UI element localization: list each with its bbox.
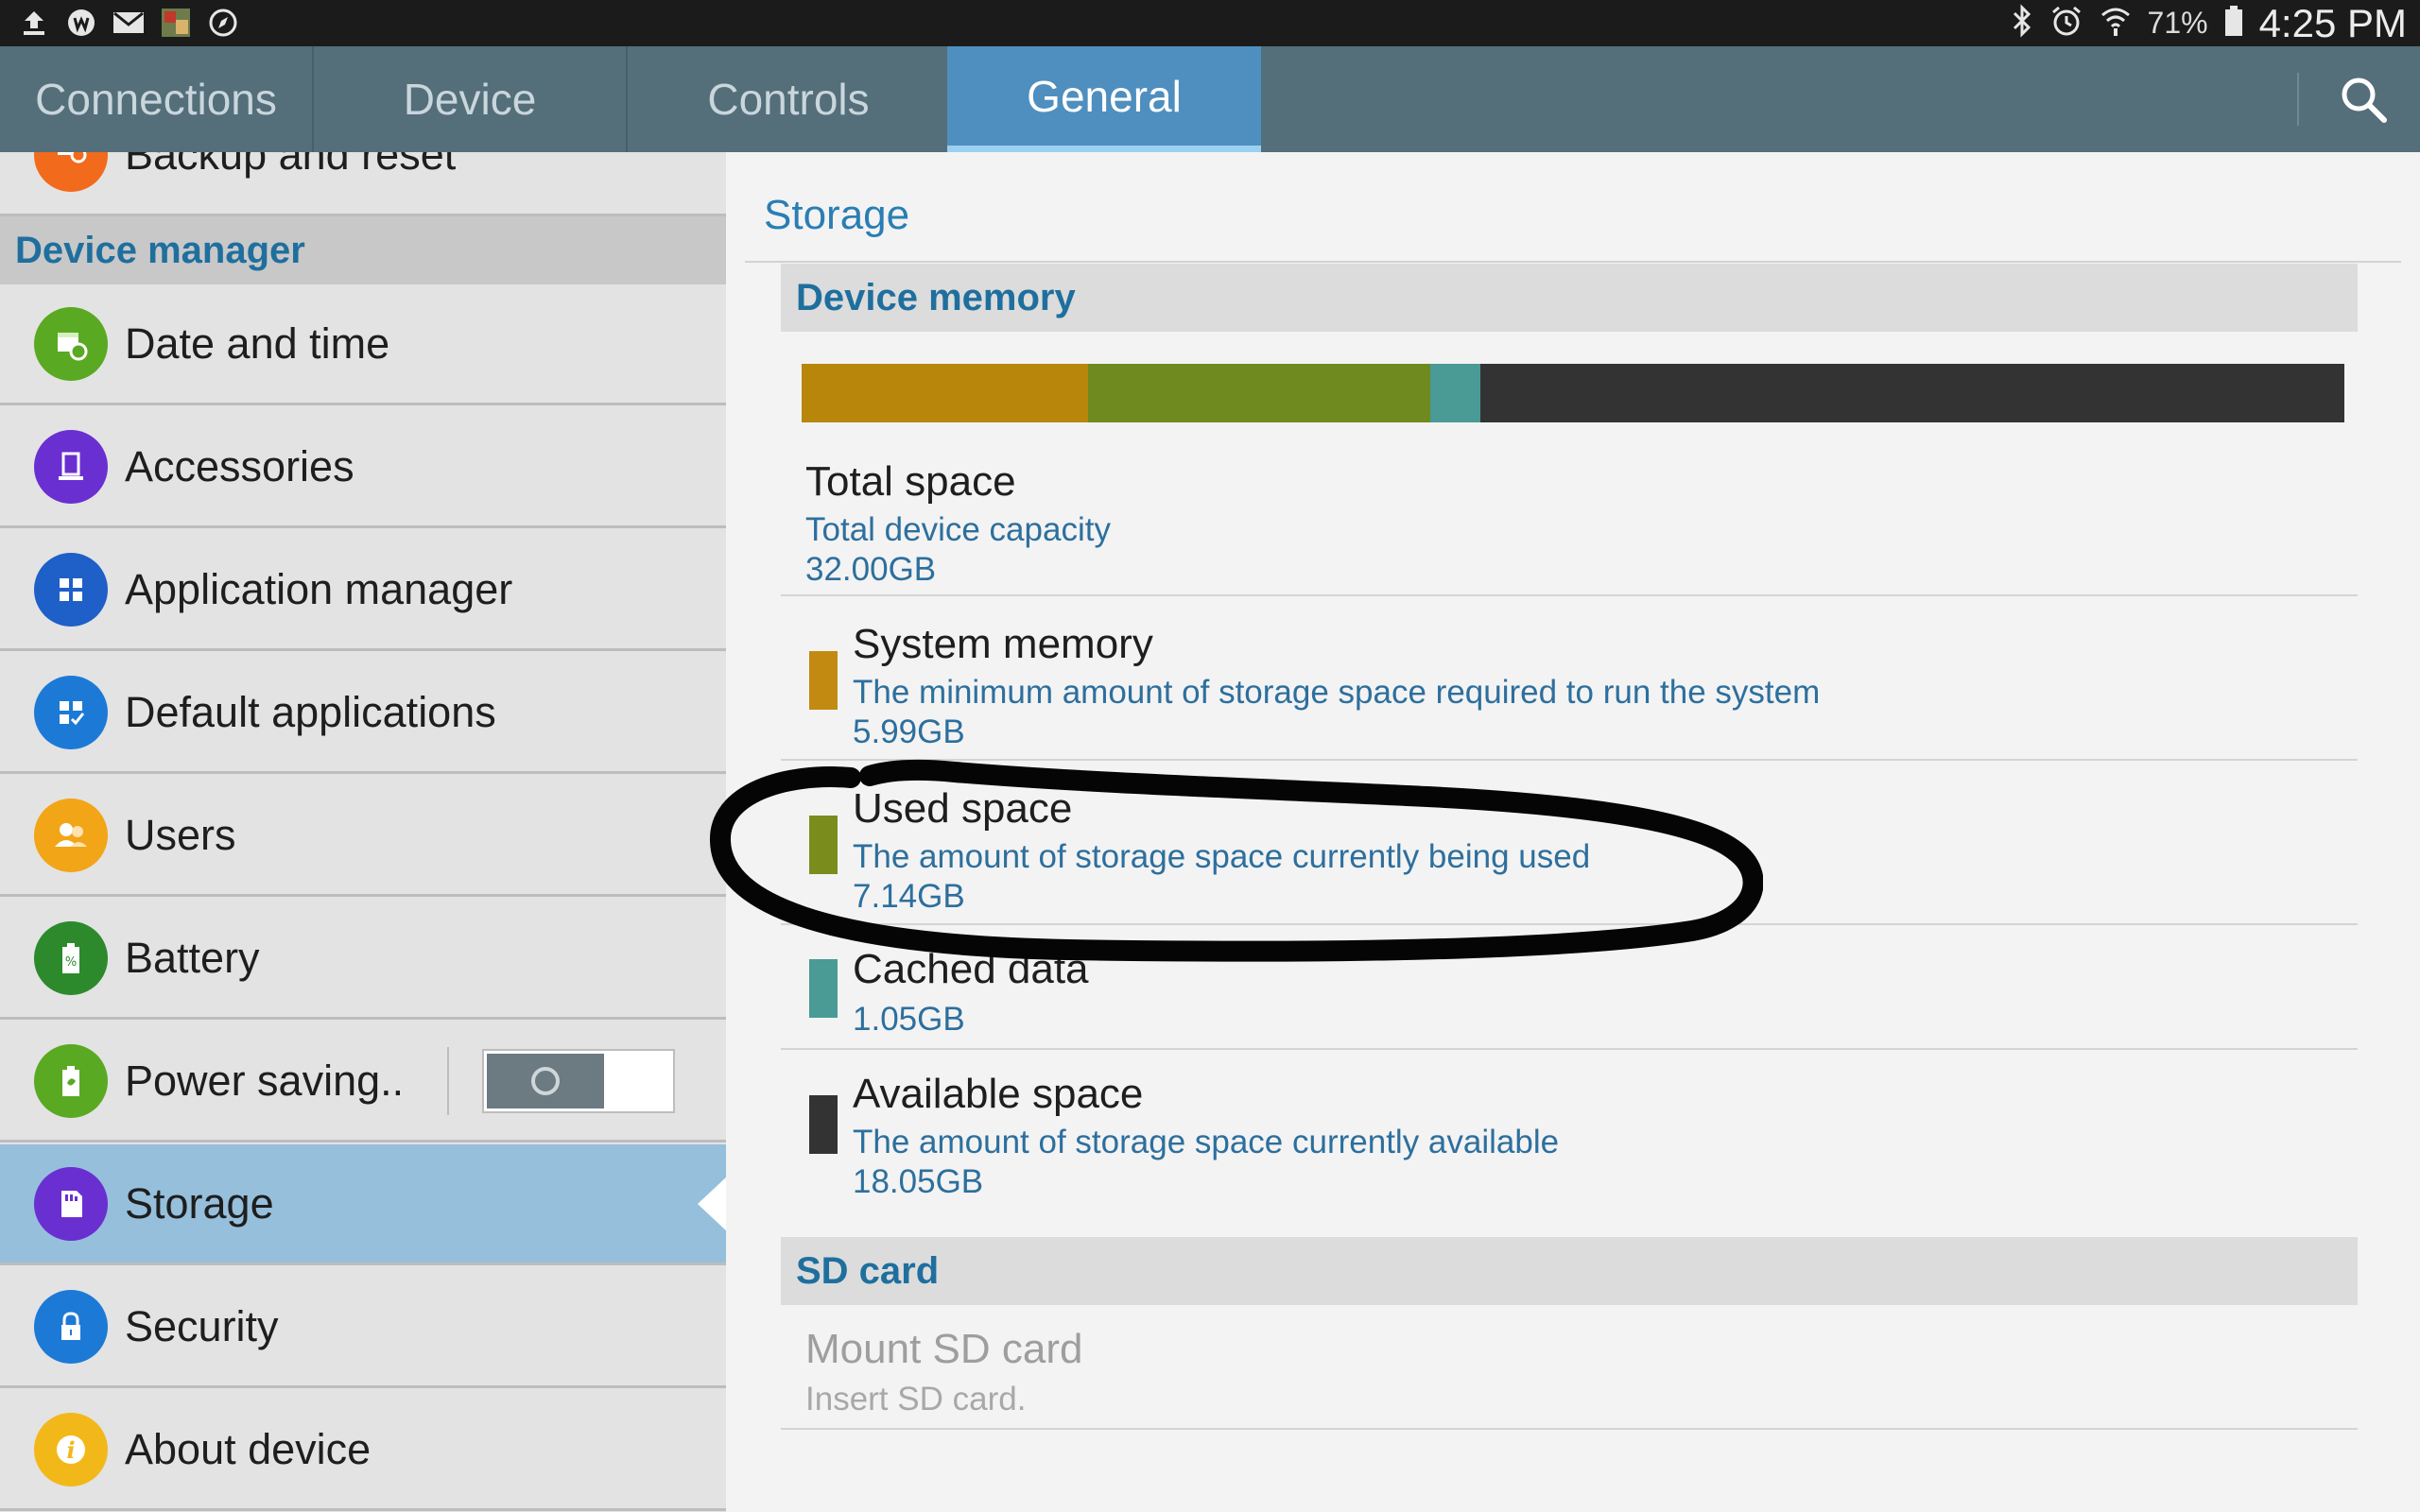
- sd-storage-icon: [34, 1166, 108, 1241]
- sidebar-item-users[interactable]: Users: [0, 776, 726, 897]
- sidebar-item-date-time[interactable]: Date and time: [0, 284, 726, 405]
- sidebar-item-label: Default applications: [125, 687, 496, 736]
- sidebar-item-default-applications[interactable]: Default applications: [0, 653, 726, 774]
- mount-sd-card-row[interactable]: Mount SD card Insert SD card.: [781, 1305, 2358, 1430]
- row-subtitle: Total device capacity: [805, 511, 1111, 548]
- sidebar-item-label: Accessories: [125, 441, 354, 490]
- section-header-device-manager: Device manager: [0, 216, 726, 284]
- status-clock: 4:25 PM: [2258, 0, 2407, 45]
- selected-indicator: [698, 1175, 726, 1232]
- sidebar-item-accessories[interactable]: Accessories: [0, 407, 726, 528]
- available-space-swatch: [809, 1095, 838, 1154]
- tab-connections[interactable]: Connections: [0, 46, 314, 152]
- row-value: 32.00GB: [805, 551, 937, 588]
- status-bar: 71% 4:25 PM: [0, 0, 2420, 46]
- row-value: 18.05GB: [853, 1163, 984, 1200]
- sidebar-item-label: Battery: [125, 933, 260, 982]
- battery-icon: [2223, 4, 2244, 43]
- toggle-divider: [447, 1046, 449, 1115]
- calendar-clock-icon: [34, 306, 108, 381]
- sidebar-item-label: Storage: [125, 1178, 274, 1228]
- cached-data-swatch: [809, 959, 838, 1018]
- section-header-sd-card: SD card: [781, 1237, 2358, 1305]
- storage-bar-segment-cached-data: [1429, 364, 1480, 422]
- sidebar-item-about-device[interactable]: i About device: [0, 1390, 726, 1511]
- settings-sidebar: Backup and reset Device manager Date and…: [0, 152, 726, 1512]
- tab-device[interactable]: Device: [314, 46, 628, 152]
- sidebar-item-label: About device: [125, 1424, 372, 1473]
- tab-general[interactable]: General: [947, 46, 1261, 152]
- power-saving-toggle[interactable]: [482, 1048, 675, 1113]
- sidebar-item-label: Backup and reset: [125, 152, 457, 179]
- row-subtitle: The minimum amount of storage space requ…: [853, 674, 1821, 711]
- search-button[interactable]: [2335, 71, 2392, 128]
- settings-tab-bar: Connections Device Controls General: [0, 46, 2420, 152]
- bluetooth-icon: [2010, 4, 2034, 43]
- row-title: Total space: [805, 458, 1016, 505]
- accessory-icon: [34, 429, 108, 504]
- search-icon: [2335, 77, 2392, 131]
- svg-text:i: i: [66, 1436, 75, 1464]
- users-icon: [34, 798, 108, 872]
- gmail-icon: [112, 6, 146, 40]
- wifi-icon: [2099, 4, 2133, 43]
- compass-icon: [206, 6, 240, 40]
- sidebar-item-label: Security: [125, 1301, 279, 1350]
- sidebar-item-storage[interactable]: Storage: [0, 1144, 726, 1265]
- power-saving-icon: [34, 1043, 108, 1118]
- storage-usage-bar: [802, 364, 2344, 422]
- grid-icon: [34, 552, 108, 627]
- sidebar-item-label: Power saving..: [125, 1056, 405, 1105]
- sidebar-item-power-saving[interactable]: Power saving..: [0, 1022, 726, 1143]
- row-title: Available space: [853, 1071, 1144, 1117]
- sidebar-item-security[interactable]: Security: [0, 1267, 726, 1388]
- storage-bar-segment-system-memory: [802, 364, 1089, 422]
- svg-text:%: %: [65, 955, 77, 970]
- row-title: System memory: [853, 621, 1153, 667]
- alarm-icon: [2049, 4, 2083, 43]
- sidebar-item-label: Date and time: [125, 318, 390, 368]
- battery-icon: %: [34, 920, 108, 995]
- photo-icon: [159, 6, 193, 40]
- storage-row-system-memory: System memory The minimum amount of stor…: [781, 596, 2358, 761]
- sidebar-item-battery[interactable]: % Battery: [0, 899, 726, 1020]
- upload-icon: [17, 6, 51, 40]
- lock-icon: [34, 1289, 108, 1364]
- sidebar-item-application-manager[interactable]: Application manager: [0, 530, 726, 651]
- row-subtitle: The amount of storage space currently av…: [853, 1124, 1560, 1160]
- grid-check-icon: [34, 675, 108, 749]
- row-value: 5.99GB: [853, 713, 965, 750]
- row-value: 1.05GB: [853, 1001, 965, 1038]
- row-title: Mount SD card: [805, 1326, 1083, 1372]
- system-memory-swatch: [809, 651, 838, 710]
- storage-bar-segment-used-space: [1088, 364, 1430, 422]
- sidebar-item-label: Users: [125, 810, 236, 859]
- storage-row-total: Total space Total device capacity 32.00G…: [781, 436, 2358, 596]
- sidebar-item-backup-reset[interactable]: Backup and reset: [0, 152, 726, 216]
- toggle-knob: [487, 1053, 604, 1108]
- page-title: Storage: [764, 192, 910, 238]
- whatsapp-icon: [64, 6, 98, 40]
- storage-row-available-space: Available space The amount of storage sp…: [781, 1050, 2358, 1200]
- info-icon: i: [34, 1412, 108, 1486]
- row-subtitle: Insert SD card.: [805, 1381, 1027, 1418]
- sidebar-item-label: Application manager: [125, 564, 513, 613]
- title-divider: [745, 261, 2401, 263]
- hand-drawn-circle-annotation: [710, 759, 1763, 962]
- tab-bar-divider: [2297, 73, 2299, 126]
- tab-controls[interactable]: Controls: [631, 46, 945, 152]
- section-header-device-memory: Device memory: [781, 264, 2358, 332]
- storage-bar-segment-available-space: [1479, 364, 2344, 422]
- backup-icon: [34, 152, 108, 192]
- battery-percent: 71%: [2147, 6, 2208, 40]
